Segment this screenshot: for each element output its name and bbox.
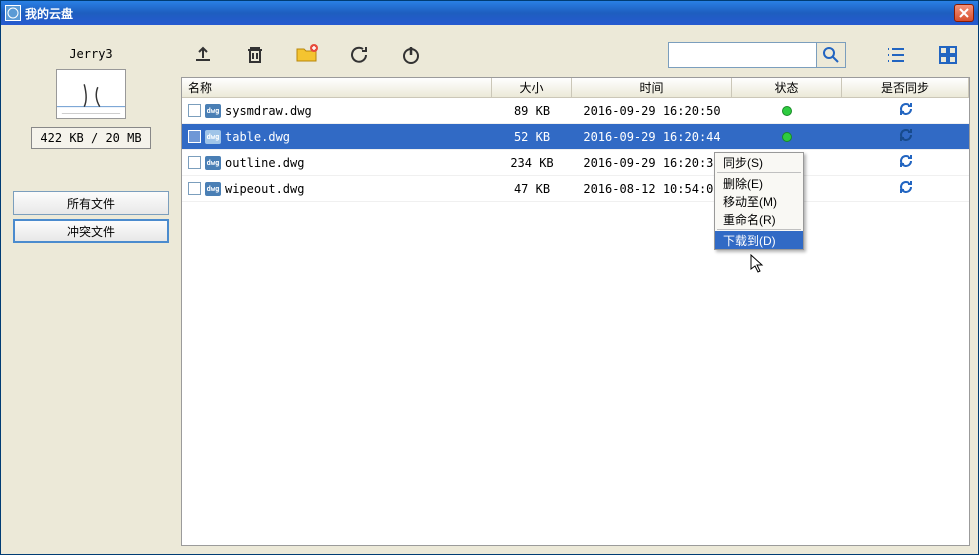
- delete-icon[interactable]: [241, 41, 269, 69]
- sync-icon[interactable]: [898, 101, 914, 120]
- column-name[interactable]: 名称: [182, 78, 492, 97]
- sync-icon[interactable]: [898, 127, 914, 146]
- column-status[interactable]: 状态: [732, 78, 842, 97]
- nav-label: 冲突文件: [67, 223, 115, 240]
- table-row[interactable]: dwg wipeout.dwg 47 KB 2016-08-12 10:54:09: [182, 176, 969, 202]
- app-icon: [5, 5, 21, 21]
- thumbnail: [56, 69, 126, 119]
- close-button[interactable]: [954, 4, 974, 22]
- username-label: Jerry3: [69, 47, 112, 61]
- file-name: table.dwg: [225, 130, 290, 144]
- file-list-panel: 名称 大小 时间 状态 是否同步 dwg sysmdraw.dwg 89 KB 2…: [181, 77, 970, 546]
- search-input[interactable]: [668, 42, 816, 68]
- new-folder-icon[interactable]: [293, 41, 321, 69]
- dwg-file-icon: dwg: [205, 156, 221, 170]
- menu-sync[interactable]: 同步(S): [715, 153, 803, 171]
- upload-icon[interactable]: [189, 41, 217, 69]
- nav-all-files[interactable]: 所有文件: [13, 191, 169, 215]
- power-icon[interactable]: [397, 41, 425, 69]
- nav-label: 所有文件: [67, 195, 115, 212]
- file-time: 2016-08-12 10:54:09: [572, 182, 732, 196]
- content-area: Jerry3 422 KB / 20 MB 所有文件 冲突文件: [1, 25, 978, 554]
- file-size: 52 KB: [492, 130, 572, 144]
- status-dot-icon: [782, 106, 792, 116]
- table-row[interactable]: dwg table.dwg 52 KB 2016-09-29 16:20:44: [182, 124, 969, 150]
- file-time: 2016-09-29 16:20:44: [572, 130, 732, 144]
- checkbox[interactable]: [188, 156, 201, 169]
- status-dot-icon: [782, 132, 792, 142]
- main-panel: 名称 大小 时间 状态 是否同步 dwg sysmdraw.dwg 89 KB 2…: [181, 33, 970, 546]
- file-name: wipeout.dwg: [225, 182, 304, 196]
- list-view-icon[interactable]: [882, 41, 910, 69]
- table-row[interactable]: dwg outline.dwg 234 KB 2016-09-29 16:20:3…: [182, 150, 969, 176]
- sync-icon[interactable]: [898, 179, 914, 198]
- sidebar: Jerry3 422 KB / 20 MB 所有文件 冲突文件: [9, 33, 173, 546]
- menu-moveto[interactable]: 移动至(M): [715, 192, 803, 210]
- nav-conflict-files[interactable]: 冲突文件: [13, 219, 169, 243]
- file-size: 89 KB: [492, 104, 572, 118]
- sync-icon[interactable]: [898, 153, 914, 172]
- file-size: 47 KB: [492, 182, 572, 196]
- window-title: 我的云盘: [25, 5, 954, 22]
- grid-view-icon[interactable]: [934, 41, 962, 69]
- column-time[interactable]: 时间: [572, 78, 732, 97]
- file-size: 234 KB: [492, 156, 572, 170]
- column-sync[interactable]: 是否同步: [842, 78, 969, 97]
- table-row[interactable]: dwg sysmdraw.dwg 89 KB 2016-09-29 16:20:5…: [182, 98, 969, 124]
- file-time: 2016-09-29 16:20:50: [572, 104, 732, 118]
- dwg-file-icon: dwg: [205, 104, 221, 118]
- app-window: 我的云盘 Jerry3 422 KB / 20 MB 所有文件 冲突文件: [0, 0, 979, 555]
- file-name: sysmdraw.dwg: [225, 104, 312, 118]
- storage-quota: 422 KB / 20 MB: [31, 127, 150, 149]
- checkbox[interactable]: [188, 182, 201, 195]
- dwg-file-icon: dwg: [205, 130, 221, 144]
- file-name: outline.dwg: [225, 156, 304, 170]
- context-menu: 同步(S) 删除(E) 移动至(M) 重命名(R) 下载到(D): [714, 152, 804, 250]
- file-time: 2016-09-29 16:20:38: [572, 156, 732, 170]
- refresh-icon[interactable]: [345, 41, 373, 69]
- column-size[interactable]: 大小: [492, 78, 572, 97]
- search-box: [668, 42, 846, 68]
- dwg-file-icon: dwg: [205, 182, 221, 196]
- checkbox[interactable]: [188, 130, 201, 143]
- menu-rename[interactable]: 重命名(R): [715, 210, 803, 228]
- table-body: dwg sysmdraw.dwg 89 KB 2016-09-29 16:20:5…: [182, 98, 969, 545]
- titlebar: 我的云盘: [1, 1, 978, 25]
- menu-download[interactable]: 下载到(D): [715, 231, 803, 249]
- menu-delete[interactable]: 删除(E): [715, 174, 803, 192]
- table-header: 名称 大小 时间 状态 是否同步: [182, 78, 969, 98]
- search-button[interactable]: [816, 42, 846, 68]
- toolbar: [181, 33, 970, 77]
- checkbox[interactable]: [188, 104, 201, 117]
